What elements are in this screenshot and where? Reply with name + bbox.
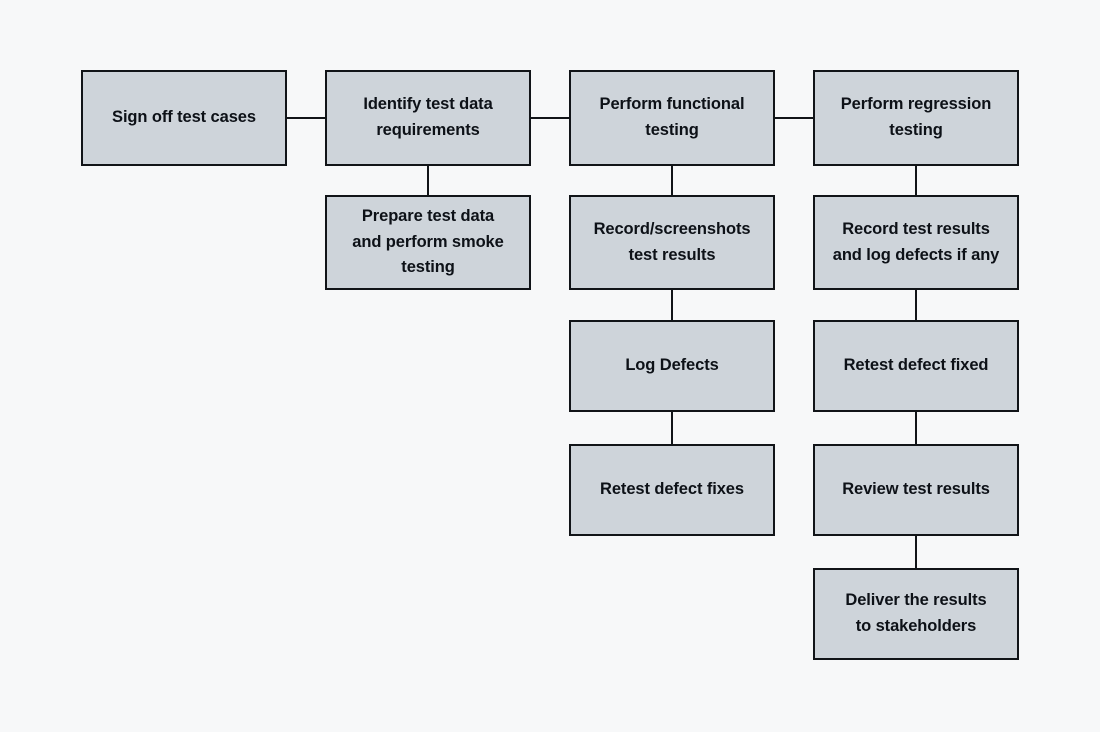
process-node-label: Deliver the results to stakeholders (845, 591, 987, 635)
process-node-label: Retest defect fixes (600, 480, 744, 499)
process-node-label: Review test results (842, 480, 990, 499)
connector-n2-to-n5 (427, 166, 429, 195)
process-node-n9[interactable]: Retest defect fixed (813, 320, 1019, 412)
process-node-label: Retest defect fixed (843, 356, 989, 375)
connector-n7-to-n9 (915, 290, 917, 320)
process-node-n7[interactable]: Record test results and log defects if a… (813, 195, 1019, 290)
process-node-label: Perform functional testing (599, 95, 745, 139)
connector-n11-to-n12 (915, 536, 917, 568)
process-node-label: Record test results and log defects if a… (832, 219, 1000, 264)
connector-n1-to-n2 (287, 117, 325, 119)
connector-n4-to-n7 (915, 166, 917, 195)
process-node-n11[interactable]: Review test results (813, 444, 1019, 536)
process-node-label: Perform regression testing (840, 95, 992, 139)
process-node-label: Sign off test cases (112, 108, 256, 127)
connector-n8-to-n10 (671, 412, 673, 444)
process-node-n8[interactable]: Log Defects (569, 320, 775, 412)
process-node-n2[interactable]: Identify test data requirements (325, 70, 531, 166)
connector-n3-to-n6 (671, 166, 673, 195)
process-node-label: Prepare test data and perform smoke test… (352, 207, 504, 277)
process-node-n5[interactable]: Prepare test data and perform smoke test… (325, 195, 531, 290)
process-node-label: Log Defects (625, 356, 719, 375)
process-node-n10[interactable]: Retest defect fixes (569, 444, 775, 536)
process-node-label: Identify test data requirements (363, 95, 493, 139)
connector-n6-to-n8 (671, 290, 673, 320)
process-node-n1[interactable]: Sign off test cases (81, 70, 287, 166)
process-node-n4[interactable]: Perform regression testing (813, 70, 1019, 166)
process-node-label: Record/screenshots test results (593, 219, 751, 264)
process-node-n6[interactable]: Record/screenshots test results (569, 195, 775, 290)
connector-n9-to-n11 (915, 412, 917, 444)
process-node-n12[interactable]: Deliver the results to stakeholders (813, 568, 1019, 660)
connector-n2-to-n3 (531, 117, 569, 119)
connector-n3-to-n4 (775, 117, 813, 119)
process-node-n3[interactable]: Perform functional testing (569, 70, 775, 166)
flowchart-canvas: Sign off test cases Identify test data re… (0, 0, 1100, 732)
